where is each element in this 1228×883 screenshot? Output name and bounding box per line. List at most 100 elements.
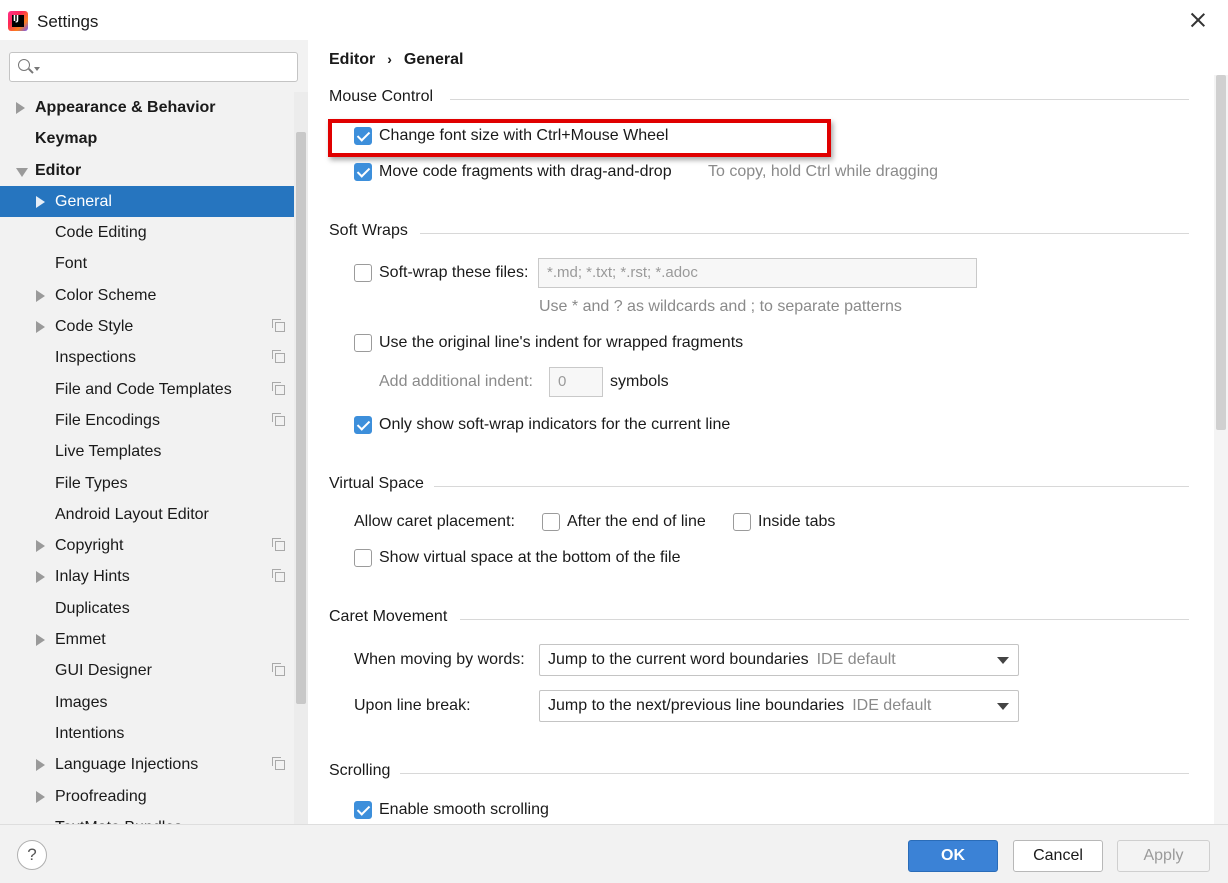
sidebar-item-editor[interactable]: Editor xyxy=(0,155,308,186)
moving-by-words-label: When moving by words: xyxy=(354,651,525,668)
sidebar-item-emmet[interactable]: Emmet xyxy=(0,624,308,655)
sidebar-item-label: Inlay Hints xyxy=(55,568,130,586)
collapsed-arrow-icon[interactable] xyxy=(36,540,45,553)
sidebar-item-label: Language Injections xyxy=(55,756,199,774)
smooth-scrolling-label[interactable]: Enable smooth scrolling xyxy=(379,798,549,822)
section-virtual-space-title: Virtual Space xyxy=(329,475,424,492)
sidebar-item-copyright[interactable]: Copyright xyxy=(0,530,308,561)
sidebar-item-proofreading[interactable]: Proofreading xyxy=(0,781,308,812)
help-button[interactable]: ? xyxy=(17,840,47,870)
sidebar-item-appearance-behavior[interactable]: Appearance & Behavior xyxy=(0,92,308,123)
soft-wrap-files-input[interactable]: *.md; *.txt; *.rst; *.adoc xyxy=(538,258,977,288)
section-divider xyxy=(420,233,1189,234)
sidebar-item-inlay-hints[interactable]: Inlay Hints xyxy=(0,561,308,592)
breadcrumb-parent[interactable]: Editor xyxy=(329,51,375,68)
settings-content: Editor › General Mouse Control Change font… xyxy=(308,40,1228,824)
sidebar-item-label: Code Style xyxy=(55,318,134,336)
search-box[interactable] xyxy=(9,52,298,82)
cancel-button[interactable]: Cancel xyxy=(1013,840,1103,872)
breadcrumb-separator-icon: › xyxy=(387,51,392,67)
after-end-of-line-label[interactable]: After the end of line xyxy=(567,510,706,534)
sidebar-item-code-style[interactable]: Code Style xyxy=(0,311,308,342)
search-history-chevron-icon[interactable] xyxy=(34,67,40,71)
sidebar-item-font[interactable]: Font xyxy=(0,248,308,279)
sidebar-scrollbar-thumb[interactable] xyxy=(296,132,306,704)
sidebar-item-label: Android Layout Editor xyxy=(55,505,209,523)
original-indent-label[interactable]: Use the original line's indent for wrapp… xyxy=(379,331,743,355)
sidebar-item-live-templates[interactable]: Live Templates xyxy=(0,436,308,467)
sidebar-item-label: TextMate Bundles xyxy=(55,812,182,824)
collapsed-arrow-icon[interactable] xyxy=(36,571,45,584)
collapsed-arrow-icon[interactable] xyxy=(36,289,45,302)
wildcard-hint: Use * and ? as wildcards and ; to separa… xyxy=(539,298,902,315)
caret-placement-label: Allow caret placement: xyxy=(354,513,515,530)
sidebar-item-file-types[interactable]: File Types xyxy=(0,468,308,499)
content-scrollbar-thumb[interactable] xyxy=(1216,75,1226,430)
project-scope-icon xyxy=(272,663,285,677)
sidebar-item-label: Live Templates xyxy=(55,443,162,461)
sidebar-item-keymap[interactable]: Keymap xyxy=(0,123,308,154)
original-indent-checkbox[interactable] xyxy=(354,334,372,352)
smooth-scrolling-checkbox[interactable] xyxy=(354,801,372,819)
sidebar-item-code-editing[interactable]: Code Editing xyxy=(0,217,308,248)
line-break-value: Jump to the next/previous line boundarie… xyxy=(548,697,845,714)
drag-and-drop-checkbox[interactable] xyxy=(354,163,372,181)
virtual-space-bottom-checkbox[interactable] xyxy=(354,549,372,567)
intellij-app-icon: IJ xyxy=(8,11,28,31)
sidebar-item-label: File Types xyxy=(55,474,128,492)
search-input[interactable] xyxy=(44,57,289,77)
sidebar-item-inspections[interactable]: Inspections xyxy=(0,342,308,373)
after-end-of-line-checkbox[interactable] xyxy=(542,513,560,531)
collapsed-arrow-icon[interactable] xyxy=(36,790,45,803)
apply-button[interactable]: Apply xyxy=(1117,840,1210,872)
sidebar-item-label: File Encodings xyxy=(55,411,160,429)
virtual-space-bottom-label[interactable]: Show virtual space at the bottom of the … xyxy=(379,546,681,570)
project-scope-icon xyxy=(272,350,285,364)
sidebar-item-duplicates[interactable]: Duplicates xyxy=(0,593,308,624)
sidebar-item-general[interactable]: General xyxy=(0,185,308,218)
sidebar-item-images[interactable]: Images xyxy=(0,687,308,718)
sidebar-item-label: Font xyxy=(55,255,88,273)
sidebar-item-label: Intentions xyxy=(55,724,125,742)
line-break-hint: IDE default xyxy=(852,697,932,714)
section-divider xyxy=(450,99,1189,100)
collapsed-arrow-icon[interactable] xyxy=(36,321,45,334)
dialog-footer: ? OK Cancel Apply xyxy=(0,824,1228,883)
sidebar-item-label: General xyxy=(55,192,112,210)
collapsed-arrow-icon[interactable] xyxy=(16,102,25,114)
soft-wrap-files-label[interactable]: Soft-wrap these files: xyxy=(379,261,528,285)
close-icon[interactable] xyxy=(1188,10,1208,30)
collapsed-arrow-icon[interactable] xyxy=(36,634,45,647)
sidebar-item-gui-designer[interactable]: GUI Designer xyxy=(0,655,308,686)
sidebar-item-color-scheme[interactable]: Color Scheme xyxy=(0,280,308,311)
collapsed-arrow-icon[interactable] xyxy=(36,195,45,208)
inside-tabs-checkbox[interactable] xyxy=(733,513,751,531)
sidebar-item-android-layout-editor[interactable]: Android Layout Editor xyxy=(0,499,308,530)
expanded-arrow-icon[interactable] xyxy=(16,167,28,177)
soft-wrap-indicators-checkbox[interactable] xyxy=(354,416,372,434)
sidebar-item-file-encodings[interactable]: File Encodings xyxy=(0,405,308,436)
sidebar-item-textmate-bundles[interactable]: TextMate Bundles xyxy=(0,812,308,824)
ok-button[interactable]: OK xyxy=(908,840,998,872)
section-divider xyxy=(434,486,1189,487)
sidebar-item-language-injections[interactable]: Language Injections xyxy=(0,749,308,780)
collapsed-arrow-icon[interactable] xyxy=(36,759,45,772)
sidebar-item-label: Emmet xyxy=(55,631,106,649)
breadcrumb-current: General xyxy=(403,51,464,68)
sidebar-item-intentions[interactable]: Intentions xyxy=(0,718,308,749)
soft-wrap-indicators-label[interactable]: Only show soft-wrap indicators for the c… xyxy=(379,413,730,437)
sidebar-item-file-and-code-templates[interactable]: File and Code Templates xyxy=(0,374,308,405)
sidebar-item-label: Proofreading xyxy=(55,787,147,805)
settings-tree: Appearance & Behavior Keymap Editor General… xyxy=(0,92,308,824)
line-break-dropdown[interactable]: Jump to the next/previous line boundarie… xyxy=(539,690,1019,722)
drag-and-drop-label[interactable]: Move code fragments with drag-and-drop xyxy=(379,160,672,184)
section-caret-movement-title: Caret Movement xyxy=(329,608,448,625)
moving-by-words-dropdown[interactable]: Jump to the current word boundaries IDE d… xyxy=(539,644,1019,676)
section-mouse-control-title: Mouse Control xyxy=(329,88,434,105)
moving-by-words-value: Jump to the current word boundaries xyxy=(548,651,809,668)
window-title: Settings xyxy=(37,12,99,31)
section-divider xyxy=(400,773,1189,774)
inside-tabs-label[interactable]: Inside tabs xyxy=(758,510,835,534)
additional-indent-input[interactable]: 0 xyxy=(549,367,603,397)
soft-wrap-files-checkbox[interactable] xyxy=(354,264,372,282)
